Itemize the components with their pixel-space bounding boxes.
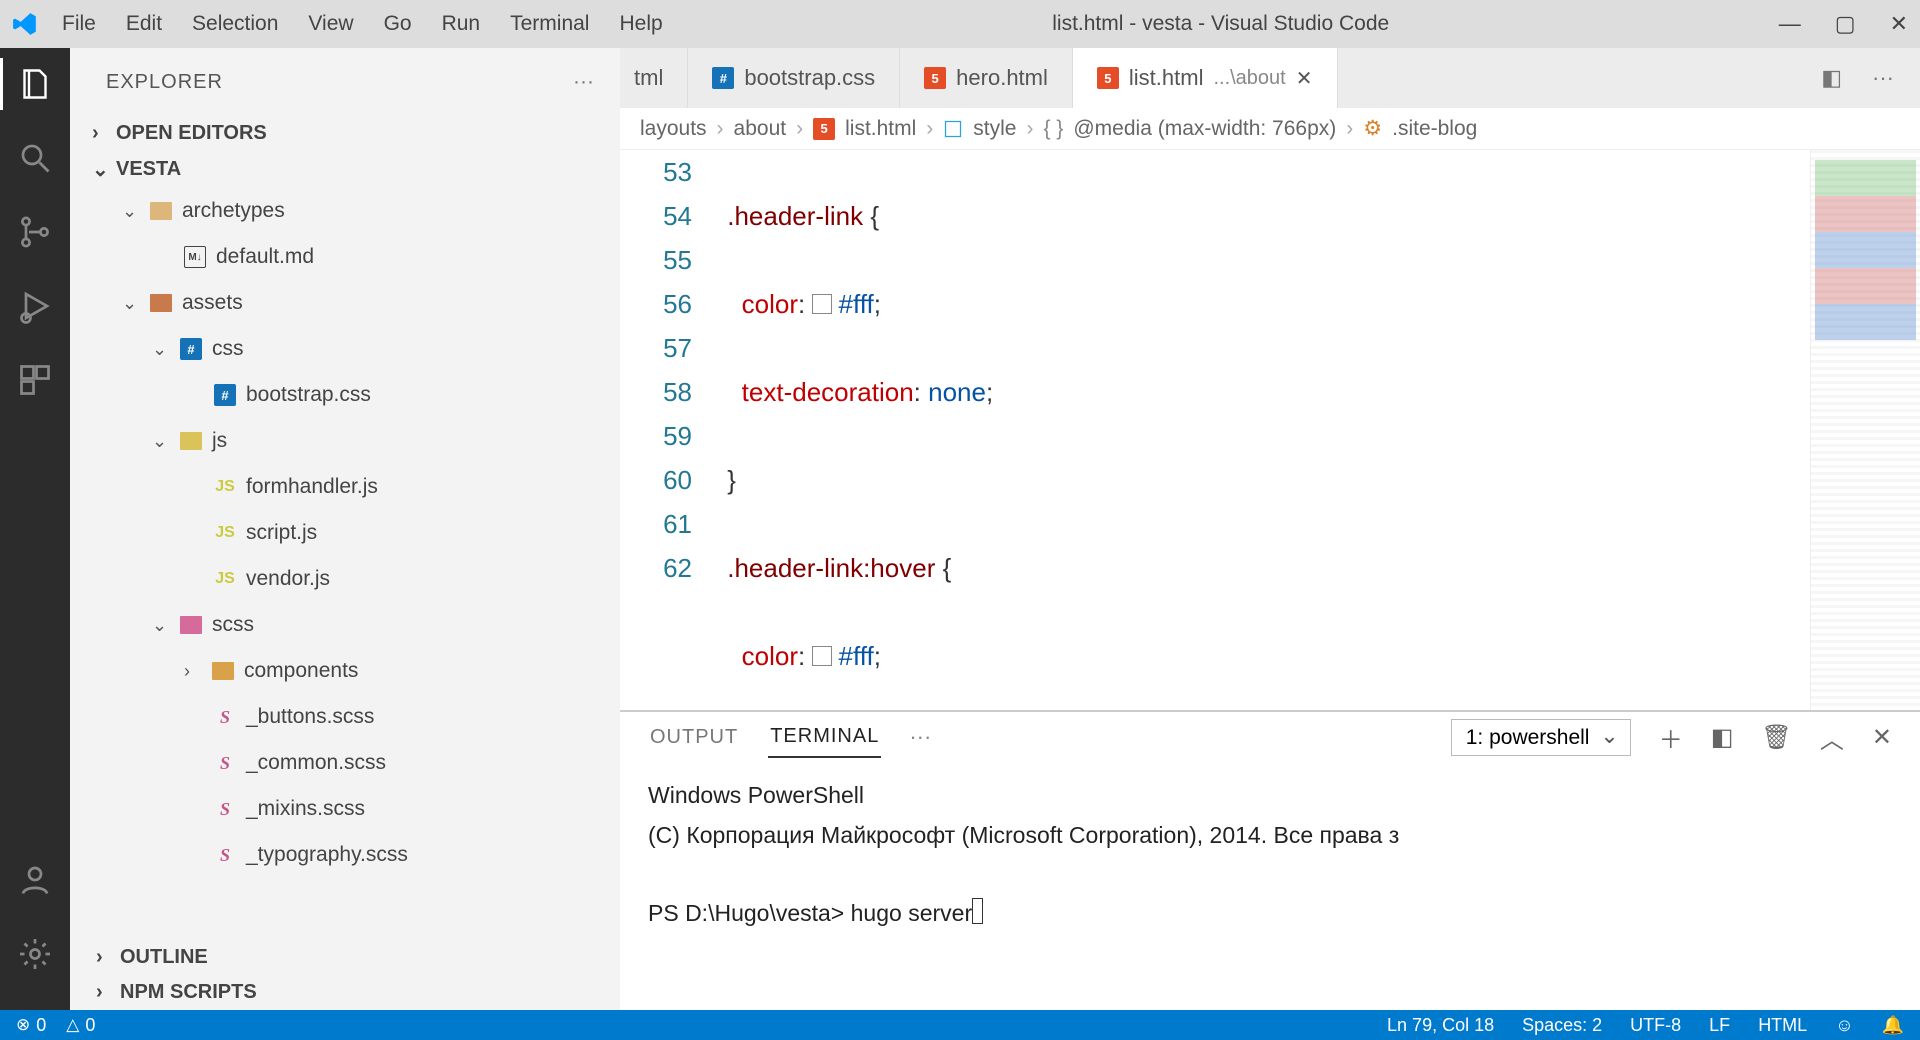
terminal-select[interactable]: 1: powershell	[1451, 719, 1631, 756]
color-swatch-icon	[812, 646, 832, 666]
status-encoding[interactable]: UTF-8	[1630, 1015, 1681, 1036]
file-bootstrap-css[interactable]: #bootstrap.css	[94, 372, 620, 418]
minimap[interactable]	[1810, 150, 1920, 710]
section-outline[interactable]: ›OUTLINE	[70, 940, 620, 975]
split-terminal-icon[interactable]: ◧	[1711, 723, 1734, 752]
html5-icon: 5	[924, 67, 946, 89]
panel-more-icon[interactable]: ···	[909, 724, 931, 750]
sidebar-title: EXPLORER	[106, 71, 223, 94]
panel: OUTPUT TERMINAL ··· 1: powershell ＋ ◧ 🗑 …	[620, 710, 1920, 1010]
section-open-editors[interactable]: ›OPEN EDITORS	[70, 116, 620, 151]
file-formhandler-js[interactable]: JSformhandler.js	[94, 464, 620, 510]
tab-close-icon[interactable]: ✕	[1296, 66, 1313, 91]
panel-tab-output[interactable]: OUTPUT	[648, 718, 740, 757]
menu-file[interactable]: File	[62, 12, 96, 36]
search-icon[interactable]	[17, 140, 53, 176]
file-vendor-js[interactable]: JSvendor.js	[94, 556, 620, 602]
code-lines[interactable]: .header-link { color: #fff; text-decorat…	[720, 150, 1810, 710]
new-terminal-icon[interactable]: ＋	[1659, 720, 1683, 755]
file-tree: ⌄archetypes M↓default.md ⌄assets ⌄#css #…	[70, 188, 620, 878]
tab-hero[interactable]: 5hero.html	[900, 48, 1073, 108]
folder-scss[interactable]: ⌄scss	[94, 602, 620, 648]
bell-icon[interactable]: 🔔	[1882, 1015, 1904, 1036]
menu-view[interactable]: View	[308, 12, 353, 36]
debug-icon[interactable]	[17, 288, 53, 324]
status-warnings[interactable]: △0	[66, 1015, 95, 1036]
account-icon[interactable]	[17, 862, 53, 898]
status-eol[interactable]: LF	[1709, 1015, 1730, 1036]
title-bar: File Edit Selection View Go Run Terminal…	[0, 0, 1920, 48]
symbol-braces-icon: { }	[1043, 117, 1063, 141]
file-default-md[interactable]: M↓default.md	[94, 234, 620, 280]
file-script-js[interactable]: JSscript.js	[94, 510, 620, 556]
tab-partial[interactable]: tml	[620, 48, 688, 108]
editor-area[interactable]: 53545556575859606162 .header-link { colo…	[620, 150, 1920, 710]
chevron-up-icon[interactable]: ︿	[1820, 720, 1844, 755]
menu-edit[interactable]: Edit	[126, 12, 162, 36]
tab-list-active[interactable]: 5list.html...\about✕	[1073, 48, 1338, 108]
status-lang[interactable]: HTML	[1758, 1015, 1807, 1036]
tab-bootstrap[interactable]: #bootstrap.css	[688, 48, 900, 108]
feedback-icon[interactable]: ☺	[1835, 1015, 1853, 1036]
menu-run[interactable]: Run	[442, 12, 481, 36]
menu-help[interactable]: Help	[619, 12, 662, 36]
status-lncol[interactable]: Ln 79, Col 18	[1387, 1015, 1494, 1036]
extensions-icon[interactable]	[17, 362, 53, 398]
split-editor-icon[interactable]: ◧	[1821, 65, 1842, 91]
git-icon[interactable]	[17, 214, 53, 250]
terminal-output[interactable]: Windows PowerShell (C) Корпорация Майкро…	[620, 762, 1920, 1010]
section-project[interactable]: ⌄VESTA	[70, 151, 620, 188]
menu-go[interactable]: Go	[384, 12, 412, 36]
editor-tabs: tml #bootstrap.css 5hero.html 5list.html…	[620, 48, 1920, 108]
sidebar-explorer: EXPLORER ··· ›OPEN EDITORS ⌄VESTA ⌄arche…	[70, 48, 620, 1010]
css3-icon: #	[712, 67, 734, 89]
file-mixins-scss[interactable]: S_mixins.scss	[94, 786, 620, 832]
settings-icon[interactable]	[17, 936, 53, 972]
vscode-logo-icon	[12, 11, 38, 37]
tab-more-icon[interactable]: ···	[1872, 65, 1894, 91]
folder-archetypes[interactable]: ⌄archetypes	[94, 188, 620, 234]
file-common-scss[interactable]: S_common.scss	[94, 740, 620, 786]
sidebar-more-icon[interactable]: ···	[573, 70, 594, 94]
close-icon[interactable]: ✕	[1890, 11, 1908, 37]
terminal-cursor	[972, 898, 983, 924]
minimize-icon[interactable]: —	[1779, 11, 1801, 37]
menu-terminal[interactable]: Terminal	[510, 12, 589, 36]
status-errors[interactable]: ⊗0	[16, 1015, 46, 1036]
window-title: list.html - vesta - Visual Studio Code	[663, 12, 1779, 36]
html5-icon: 5	[813, 118, 835, 140]
section-npm[interactable]: ›NPM SCRIPTS	[70, 975, 620, 1010]
warning-icon: △	[66, 1015, 79, 1035]
trash-icon[interactable]: 🗑	[1761, 723, 1791, 752]
panel-close-icon[interactable]: ✕	[1872, 723, 1892, 752]
menu-bar: File Edit Selection View Go Run Terminal…	[62, 12, 663, 36]
menu-selection[interactable]: Selection	[192, 12, 278, 36]
breadcrumb[interactable]: layouts› about› 5list.html› style› { }@m…	[620, 108, 1920, 150]
maximize-icon[interactable]: ▢	[1835, 11, 1856, 37]
line-numbers: 53545556575859606162	[620, 150, 720, 710]
html5-icon: 5	[1097, 67, 1119, 89]
folder-css[interactable]: ⌄#css	[94, 326, 620, 372]
explorer-icon[interactable]	[17, 66, 53, 102]
panel-tab-terminal[interactable]: TERMINAL	[768, 717, 881, 758]
folder-components[interactable]: ›components	[94, 648, 620, 694]
status-bar: ⊗0 △0 Ln 79, Col 18 Spaces: 2 UTF-8 LF H…	[0, 1010, 1920, 1040]
folder-js[interactable]: ⌄js	[94, 418, 620, 464]
symbol-selector-icon: ⚙	[1363, 116, 1382, 141]
file-buttons-scss[interactable]: S_buttons.scss	[94, 694, 620, 740]
color-swatch-icon	[812, 294, 832, 314]
activity-bar	[0, 48, 70, 1010]
folder-assets[interactable]: ⌄assets	[94, 280, 620, 326]
error-icon: ⊗	[16, 1015, 30, 1035]
status-spaces[interactable]: Spaces: 2	[1522, 1015, 1602, 1036]
symbol-style-icon	[943, 119, 963, 139]
file-typography-scss[interactable]: S_typography.scss	[94, 832, 620, 878]
